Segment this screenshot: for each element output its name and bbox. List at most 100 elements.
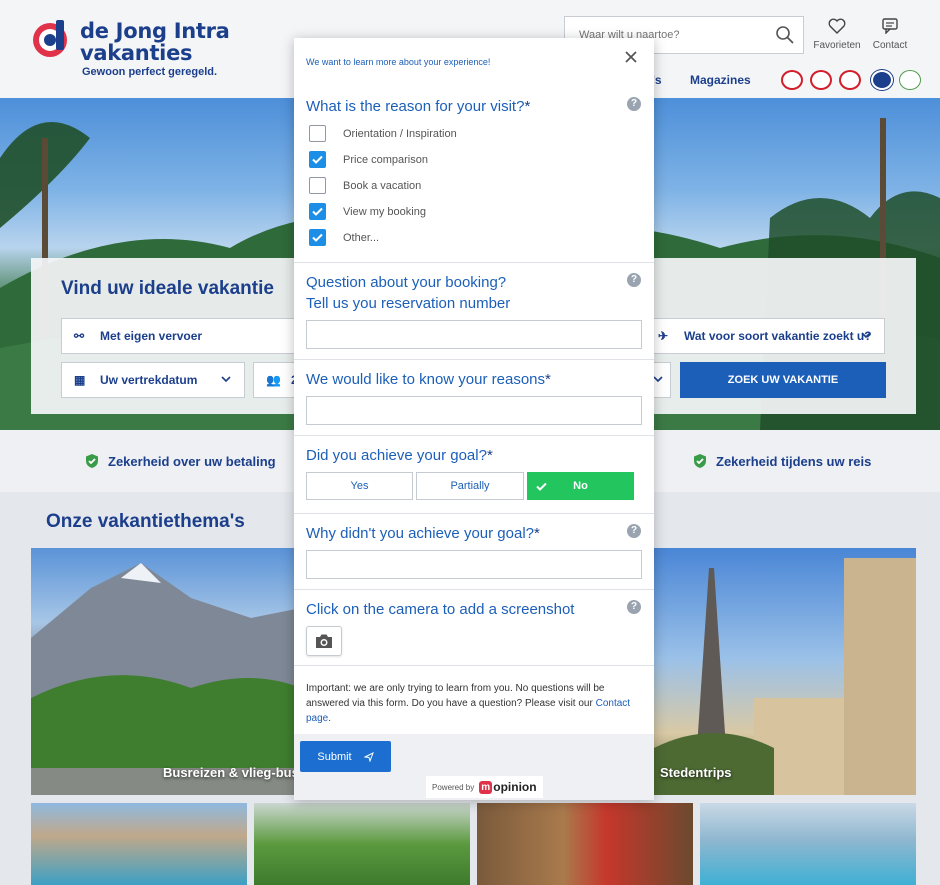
- themes-title: Onze vakantiethema's: [46, 511, 245, 532]
- mopinion-logo: m opinion: [479, 780, 537, 794]
- modal-footer: Submit Powered by m opinion: [294, 734, 654, 800]
- feedback-modal: We want to learn more about your experie…: [294, 38, 654, 800]
- required-marker: *: [545, 371, 551, 388]
- required-marker: *: [534, 525, 540, 542]
- option-orientation[interactable]: Orientation / Inspiration: [309, 125, 457, 142]
- chevron-down-icon: [861, 332, 871, 339]
- mopinion-m-icon: m: [479, 780, 493, 794]
- favorites-link[interactable]: Favorieten: [812, 18, 862, 51]
- logo-text[interactable]: de Jong Intra vakanties: [80, 20, 230, 64]
- vacation-type-value: Wat voor soort vakantie zoekt u?: [684, 329, 872, 343]
- question-reasons: We would like to know your reasons*: [306, 371, 551, 388]
- help-icon[interactable]: ?: [627, 524, 641, 538]
- required-marker: *: [524, 98, 531, 115]
- camera-icon: [316, 634, 332, 648]
- chat-icon: [882, 18, 898, 34]
- sgrz-badge-icon: [839, 70, 861, 90]
- checkbox-checked[interactable]: [309, 203, 326, 220]
- transport-value: Met eigen vervoer: [100, 329, 203, 343]
- help-icon[interactable]: ?: [627, 97, 641, 111]
- checkbox-unchecked[interactable]: [309, 177, 326, 194]
- help-icon[interactable]: ?: [627, 600, 641, 614]
- contact-link[interactable]: Contact: [865, 18, 915, 51]
- chevron-down-icon: [221, 376, 231, 383]
- divider: [294, 665, 654, 666]
- modal-intro: We want to learn more about your experie…: [306, 57, 491, 67]
- logo-icon[interactable]: [30, 18, 70, 58]
- checkbox-checked[interactable]: [309, 151, 326, 168]
- checkbox-checked[interactable]: [309, 229, 326, 246]
- powered-by-label: Powered by: [432, 782, 475, 792]
- goal-option-partially[interactable]: Partially: [416, 472, 524, 500]
- trust-item-travel: Zekerheid tijdens uw reis: [692, 453, 871, 469]
- theme-tile-cities-label: Stedentrips: [660, 765, 732, 780]
- theme-tile-village[interactable]: [477, 803, 693, 885]
- quality-badge-icon: [899, 70, 921, 90]
- option-book-vacation[interactable]: Book a vacation: [309, 177, 421, 194]
- option-label: View my booking: [343, 205, 426, 218]
- help-icon[interactable]: ?: [627, 273, 641, 287]
- question-why-not: Why didn't you achieve your goal?*: [306, 525, 540, 542]
- search-vacation-button[interactable]: ZOEK UW VAKANTIE: [680, 362, 886, 398]
- shield-check-icon: [86, 454, 98, 468]
- calendar-icon: ▦: [74, 373, 86, 387]
- calamity-fund-badge-icon: [871, 70, 893, 90]
- reservation-number-input[interactable]: [306, 320, 642, 349]
- shield-check-icon: [694, 454, 706, 468]
- camera-button[interactable]: [306, 626, 342, 656]
- theme-tile-beach[interactable]: [31, 803, 247, 885]
- option-label: Orientation / Inspiration: [343, 127, 457, 140]
- nav-item-magazines[interactable]: Magazines: [690, 73, 751, 87]
- reasons-input[interactable]: [306, 396, 642, 425]
- option-label: Other...: [343, 231, 380, 244]
- search-icon[interactable]: [775, 25, 795, 45]
- question-booking: Question about your booking? Tell us you…: [306, 274, 511, 312]
- question-screenshot: Click on the camera to add a screenshot: [306, 601, 575, 618]
- theme-tile-bus[interactable]: Busreizen & vlieg-bus: [31, 548, 301, 795]
- close-icon[interactable]: [623, 49, 639, 65]
- option-label: Book a vacation: [343, 179, 422, 192]
- divider: [294, 589, 654, 590]
- disclaimer-text: Important: we are only trying to learn f…: [306, 683, 605, 709]
- submit-label: Submit: [317, 750, 352, 763]
- check-icon: [312, 155, 323, 164]
- eiffel-tower-image: [654, 558, 916, 795]
- question-visit-reason: What is the reason for your visit?*: [306, 98, 531, 115]
- check-icon: [312, 233, 323, 242]
- contact-label: Contact: [872, 40, 908, 51]
- powered-by[interactable]: Powered by m opinion: [426, 776, 543, 798]
- check-icon: [536, 482, 547, 491]
- goal-option-yes[interactable]: Yes: [306, 472, 413, 500]
- option-view-booking[interactable]: View my booking: [309, 203, 426, 220]
- option-price-comparison[interactable]: Price comparison: [309, 151, 428, 168]
- people-icon: 👥: [266, 373, 281, 387]
- persons-select[interactable]: 👥 2: [253, 362, 298, 398]
- checkbox-unchecked[interactable]: [309, 125, 326, 142]
- logo-tagline: Gewoon perfect geregeld.: [82, 66, 218, 78]
- plane-icon: ✈: [658, 329, 669, 343]
- required-marker: *: [486, 447, 493, 464]
- disclaimer-note: Important: we are only trying to learn f…: [306, 683, 631, 724]
- option-other[interactable]: Other...: [309, 229, 379, 246]
- divider: [294, 262, 654, 263]
- trust-travel-label: Zekerheid tijdens uw reis: [716, 453, 872, 469]
- trust-item-payment: Zekerheid over uw betaling: [84, 453, 276, 469]
- mountain-image: [31, 563, 301, 795]
- goal-option-no[interactable]: No: [527, 472, 634, 500]
- submit-button[interactable]: Submit: [300, 741, 391, 772]
- theme-tile-bus-label: Busreizen & vlieg-bus: [163, 765, 299, 780]
- search-panel-title: Vind uw ideale vakantie: [61, 278, 274, 299]
- divider: [294, 513, 654, 514]
- heart-icon: [828, 18, 846, 34]
- theme-tile-nature[interactable]: [254, 803, 470, 885]
- transport-select[interactable]: ⚯ Met eigen vervoer: [61, 318, 297, 354]
- departure-value: Uw vertrekdatum: [100, 373, 198, 387]
- sgr-badge-icon: [810, 70, 832, 90]
- why-not-input[interactable]: [306, 550, 642, 579]
- check-icon: [312, 207, 323, 216]
- question-goal: Did you achieve your goal?*: [306, 447, 493, 464]
- departure-date-select[interactable]: ▦ Uw vertrekdatum: [61, 362, 245, 398]
- theme-tile-cities[interactable]: Stedentrips: [654, 548, 916, 795]
- theme-tile-resort[interactable]: [700, 803, 916, 885]
- vacation-type-select[interactable]: ✈ Wat voor soort vakantie zoekt u?: [645, 318, 885, 354]
